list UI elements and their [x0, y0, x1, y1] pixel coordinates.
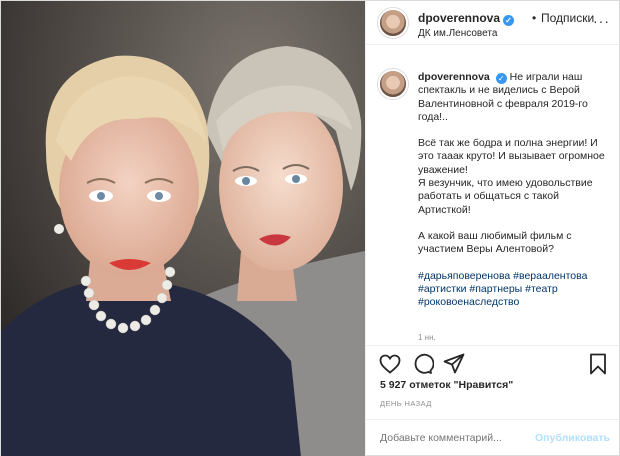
hashtag-link[interactable]: #партнеры — [469, 283, 522, 295]
author-username[interactable]: dpoverennova ✓ — [418, 11, 515, 26]
separator-dot: • — [532, 11, 537, 25]
share-icon[interactable] — [442, 352, 466, 376]
hashtag-link[interactable]: #вераалентова — [513, 270, 587, 282]
bookmark-icon[interactable] — [586, 352, 610, 376]
username-text[interactable]: dpoverennova — [418, 11, 500, 25]
publish-button[interactable]: Опубликовать — [535, 432, 610, 444]
post-location[interactable]: ДК им.Ленсовета — [418, 28, 497, 39]
verified-badge-icon: ✓ — [495, 73, 507, 84]
post-header: dpoverennova ✓ • Подписки ДК им.Ленсовета… — [366, 1, 620, 45]
caption-hashtags: #дарьяповеренова #вераалентова #артистки… — [418, 270, 614, 310]
hashtag-link[interactable]: #роковоенаследство — [418, 296, 519, 308]
caption-paragraph: dpoverennova ✓ Не играли наш спектакль и… — [418, 71, 614, 124]
post-side-panel: dpoverennova ✓ • Подписки ДК им.Ленсовета… — [365, 1, 620, 456]
post-caption: dpoverennova ✓ Не играли наш спектакль и… — [366, 45, 620, 343]
hashtag-link[interactable]: #театр — [525, 283, 558, 295]
post-date[interactable]: ДЕНЬ НАЗАД — [380, 399, 432, 408]
caption-avatar[interactable] — [378, 69, 408, 99]
caption-paragraph-2: Всё так же бодра и полна энергии! И это … — [418, 137, 605, 216]
comment-input[interactable] — [380, 432, 530, 444]
likes-count[interactable]: 5 927 отметок "Нравится" — [380, 379, 513, 391]
more-options-icon[interactable]: ··· — [593, 13, 610, 29]
following-button[interactable]: Подписки — [541, 11, 594, 25]
hashtag-link[interactable]: #дарьяповеренова — [418, 270, 510, 282]
caption-timestamp: 1 нн. — [418, 333, 436, 342]
author-avatar[interactable] — [378, 8, 408, 38]
post-photo[interactable] — [1, 1, 365, 456]
selfie-illustration — [1, 1, 365, 456]
caption-paragraph-3: А какой ваш любимый фильм с участием Вер… — [418, 229, 572, 256]
comment-icon[interactable] — [410, 352, 434, 376]
heart-icon[interactable] — [378, 352, 402, 376]
instagram-post: dpoverennova ✓ • Подписки ДК им.Ленсовета… — [0, 0, 620, 456]
caption-username[interactable]: dpoverennova — [418, 71, 490, 83]
caption-text: dpoverennova ✓ Не играли наш спектакль и… — [418, 71, 614, 322]
verified-badge-icon: ✓ — [503, 15, 515, 26]
action-bar — [366, 345, 620, 381]
comment-bar: Опубликовать — [366, 419, 620, 456]
hashtag-link[interactable]: #артистки — [418, 283, 466, 295]
